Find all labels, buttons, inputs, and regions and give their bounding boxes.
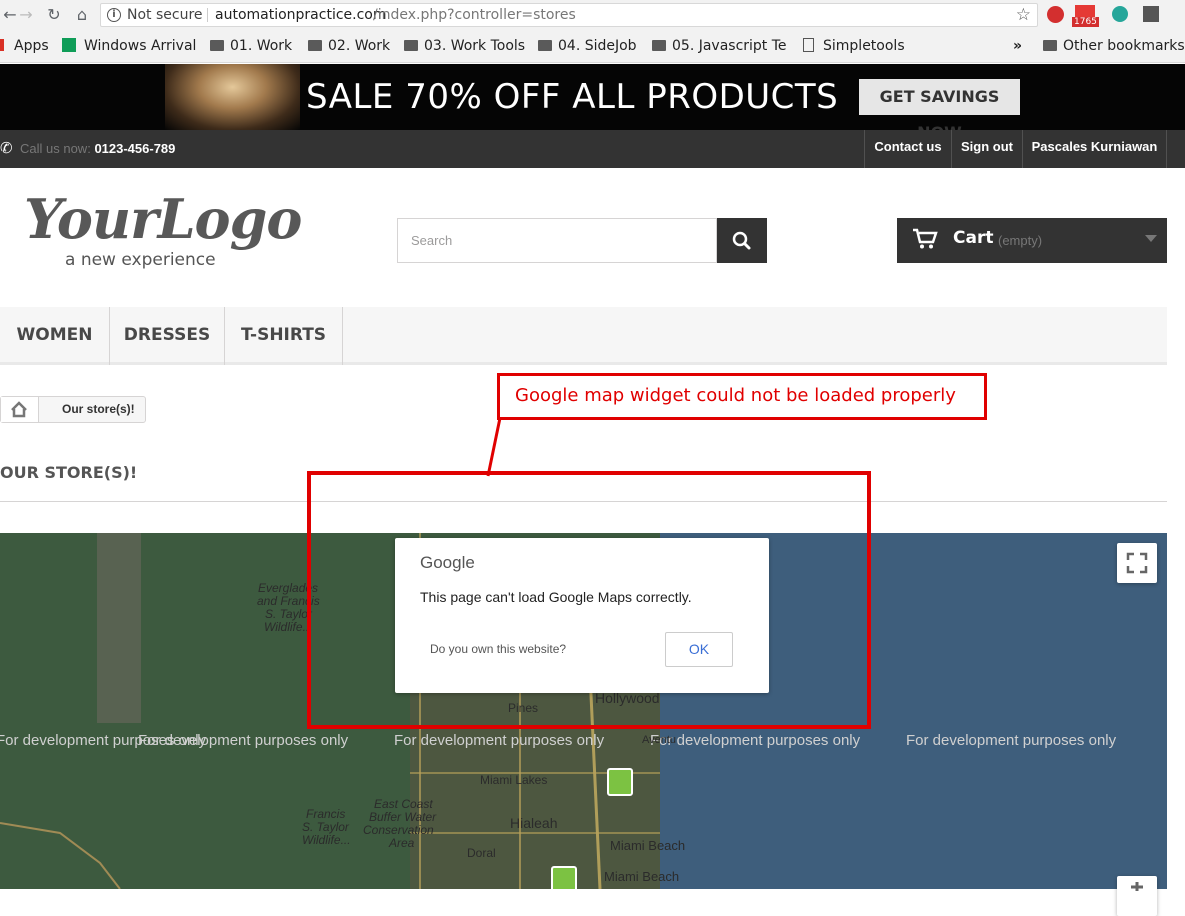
store-marker-icon[interactable]: [551, 866, 577, 889]
map-place: Conservation: [363, 823, 434, 837]
map-place: Buffer Water: [369, 810, 437, 824]
bookmark-folder[interactable]: 03. Work Tools: [404, 38, 525, 54]
sign-out-link[interactable]: Sign out: [951, 130, 1022, 168]
bookmark-folder[interactable]: 05. Javascript Te: [652, 38, 790, 54]
top-nav: ✆ Call us now: 0123-456-789 Contact us S…: [0, 130, 1185, 168]
divider: [207, 8, 208, 22]
forward-icon[interactable]: →: [16, 5, 36, 25]
map-place: East Coast: [374, 797, 433, 811]
bookmark-folder[interactable]: 02. Work: [308, 38, 390, 54]
dev-watermark: For development purposes only: [906, 732, 1117, 749]
dev-watermark: For development purposes only: [650, 732, 861, 749]
map-place: Wildlife...: [264, 620, 313, 634]
bookmark-folder[interactable]: 04. SideJob: [538, 38, 637, 54]
home-icon[interactable]: ⌂: [72, 5, 92, 25]
banner-photo: [165, 64, 300, 130]
extension-icon-2[interactable]: [1143, 6, 1159, 22]
bookmark-folder[interactable]: 01. Work: [210, 38, 292, 54]
menu-tshirts[interactable]: T-SHIRTS: [225, 307, 343, 365]
menu-women[interactable]: WOMEN: [0, 307, 110, 365]
map-place: Francis: [306, 807, 346, 821]
logo[interactable]: YourLogo: [24, 187, 302, 251]
map-place: Aventu: [642, 734, 677, 746]
map-place: Wildlife...: [302, 833, 351, 847]
dev-watermark: For development purposes only: [394, 732, 605, 749]
adblock-extension-icon[interactable]: [1047, 6, 1064, 23]
fullscreen-button[interactable]: [1117, 543, 1157, 583]
map-place: Hialeah: [510, 815, 558, 831]
bookmark-other[interactable]: Other bookmarks: [1043, 38, 1185, 54]
browser-toolbar: ← → ↻ ⌂ i Not secure automationpractice.…: [0, 0, 1185, 30]
zoom-in-button[interactable]: [1117, 876, 1157, 916]
dev-watermark: For development purposes only: [138, 732, 349, 749]
breadcrumb-current: Our store(s)!: [62, 402, 135, 416]
search-input[interactable]: Search: [397, 218, 717, 263]
annotation-text: Google map widget could not be loaded pr…: [515, 385, 956, 406]
plus-icon: [1131, 882, 1143, 891]
map-place: Miami Beach: [604, 869, 680, 884]
security-label: Not secure: [127, 7, 203, 23]
home-icon: [11, 401, 27, 418]
menu-dresses[interactable]: DRESSES: [110, 307, 225, 365]
bookmark-star-icon[interactable]: ☆: [1016, 4, 1031, 26]
cart-status: (empty): [998, 233, 1043, 248]
reload-icon[interactable]: ↻: [44, 5, 64, 25]
map-place: S. Taylor: [265, 607, 312, 621]
map-place: Doral: [467, 846, 496, 860]
breadcrumb-home[interactable]: [1, 397, 39, 422]
cart-label: Cart: [953, 228, 994, 248]
phone-number: 0123-456-789: [94, 141, 176, 156]
map-place: S. Taylor: [302, 820, 349, 834]
annotation-pointer: [486, 418, 502, 477]
banner-title: SALE 70% OFF ALL PRODUCTS: [306, 77, 839, 117]
bookmark-page[interactable]: Simpletools: [803, 38, 905, 54]
account-link[interactable]: Pascales Kurniawan: [1022, 130, 1167, 168]
get-savings-button[interactable]: GET SAVINGS NOW: [859, 79, 1020, 142]
call-us: Call us now: 0123-456-789: [20, 141, 175, 156]
annotation-highlight: [307, 471, 871, 729]
map-place: Miami Lakes: [480, 773, 548, 787]
search-icon: [732, 231, 751, 250]
store-marker-icon[interactable]: [607, 768, 633, 796]
cart-icon: [913, 228, 938, 249]
contact-us-link[interactable]: Contact us: [864, 130, 951, 168]
call-us-label: Call us now:: [20, 141, 91, 156]
logo-tagline: a new experience: [65, 250, 216, 270]
url-host: automationpractice.com: [215, 7, 387, 23]
bookmarks-overflow-icon[interactable]: »: [1013, 38, 1022, 54]
address-bar[interactable]: i Not secure automationpractice.com /ind…: [100, 3, 1038, 27]
mail-badge: 1765: [1072, 17, 1099, 27]
extension-icon[interactable]: [1112, 6, 1128, 22]
chevron-down-icon: [1145, 235, 1157, 242]
main-menu: WOMEN DRESSES T-SHIRTS: [0, 307, 1167, 365]
phone-icon: ✆: [0, 139, 13, 157]
info-icon[interactable]: i: [107, 8, 121, 22]
map-place: Miami Beach: [610, 838, 686, 853]
cart-button[interactable]: Cart (empty): [897, 218, 1167, 263]
fullscreen-icon: [1126, 552, 1148, 574]
bookmark-apps[interactable]: Apps: [0, 38, 49, 54]
bookmark-item[interactable]: Windows Arrival: [62, 38, 197, 54]
map-place: Area: [389, 836, 415, 850]
url-path: /index.php?controller=stores: [373, 7, 576, 23]
search-button[interactable]: [717, 218, 767, 263]
breadcrumb: Our store(s)!: [0, 396, 146, 423]
bookmarks-bar: Apps Windows Arrival 01. Work 02. Work 0…: [0, 30, 1185, 63]
page-title: OUR STORE(S)!: [0, 463, 138, 482]
